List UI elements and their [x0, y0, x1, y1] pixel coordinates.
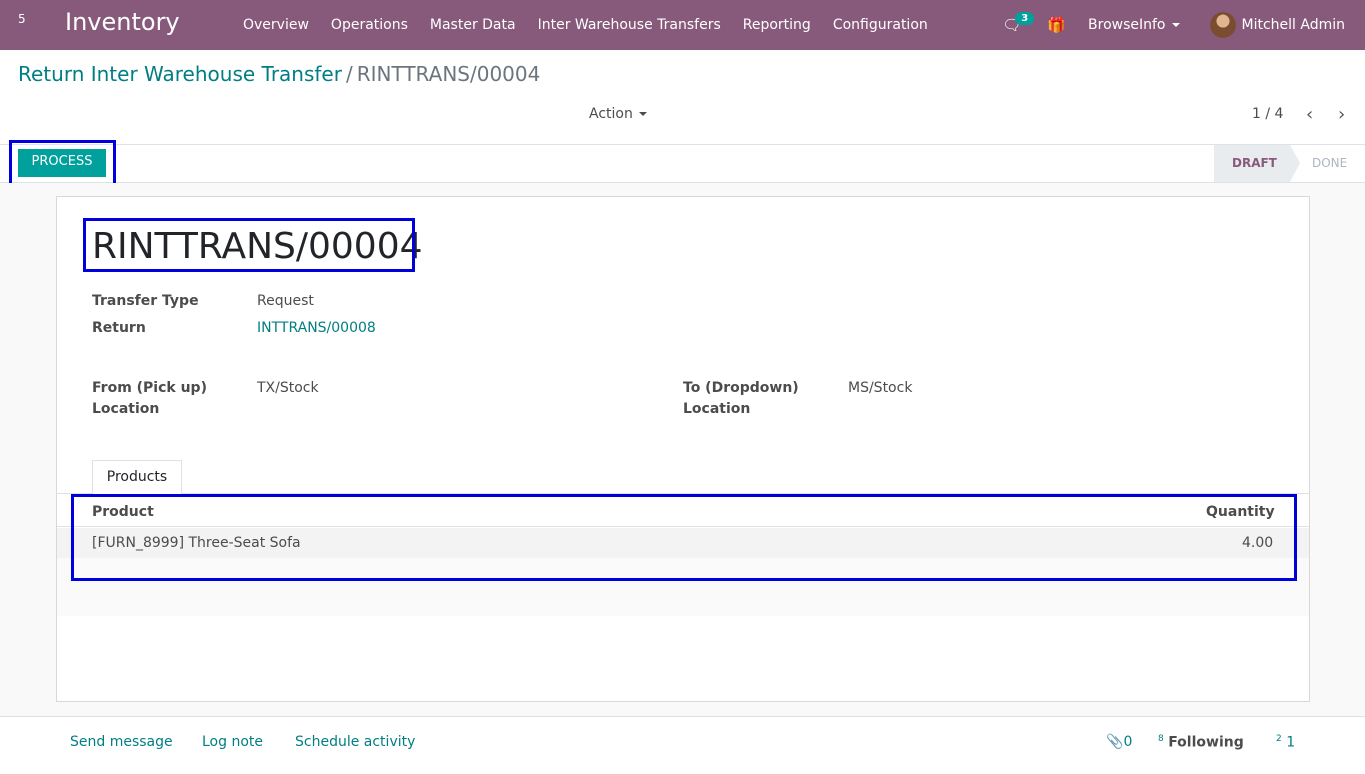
gift-icon[interactable]: 🎁	[1047, 16, 1066, 34]
to-location-label: To (Dropdown) Location	[683, 378, 799, 420]
return-label: Return	[92, 320, 146, 336]
to-location-label-line2: Location	[683, 401, 751, 417]
tab-products[interactable]: Products	[92, 460, 182, 494]
followers-superscript: 2	[1276, 734, 1282, 744]
from-location-label-line1: From (Pick up)	[92, 380, 207, 396]
pager-previous-icon[interactable]: ‹	[1306, 104, 1313, 125]
user-name[interactable]: Mitchell Admin	[1242, 17, 1346, 33]
action-label: Action	[589, 106, 633, 122]
top-navbar: 5 Inventory Overview Operations Master D…	[0, 0, 1365, 50]
caret-down-icon	[1171, 23, 1180, 27]
to-location-value: MS/Stock	[848, 380, 913, 396]
menu-configuration[interactable]: Configuration	[822, 17, 939, 33]
log-note-button[interactable]: Log note	[202, 734, 263, 750]
menu-overview[interactable]: Overview	[232, 17, 320, 33]
main-menu: Overview Operations Master Data Inter Wa…	[232, 0, 939, 50]
stage-draft: DRAFT	[1214, 145, 1290, 182]
paperclip-icon: 📎	[1106, 734, 1124, 750]
navbar-systray: 🗨 3 🎁 BrowseInfo Mitchell Admin	[1002, 0, 1345, 50]
transfer-type-label: Transfer Type	[92, 293, 199, 309]
followers-count: 1	[1286, 734, 1296, 751]
company-dropdown-label: BrowseInfo	[1088, 17, 1166, 33]
stage-done[interactable]: DONE	[1312, 145, 1347, 182]
menu-reporting[interactable]: Reporting	[732, 17, 822, 33]
breadcrumb-current: RINTTRANS/00004	[356, 62, 541, 86]
from-location-label: From (Pick up) Location	[92, 378, 207, 420]
following-superscript: 8	[1158, 734, 1164, 744]
breadcrumb-parent-link[interactable]: Return Inter Warehouse Transfer	[18, 62, 342, 86]
caret-down-icon	[638, 112, 647, 116]
send-message-button[interactable]: Send message	[70, 734, 173, 750]
breadcrumb-separator: /	[345, 62, 353, 86]
action-dropdown[interactable]: Action	[589, 106, 647, 122]
user-avatar[interactable]	[1209, 12, 1236, 38]
transfer-type-value: Request	[257, 293, 314, 309]
app-brand[interactable]: Inventory	[65, 8, 180, 36]
products-table-highlight	[71, 494, 1297, 581]
messages-button[interactable]: 🗨 3	[1002, 12, 1035, 34]
messages-count-badge: 3	[1015, 12, 1035, 25]
following-button[interactable]: 8 Following	[1158, 734, 1244, 751]
apps-menu-icon[interactable]: 5	[18, 12, 26, 26]
attachments-button[interactable]: 📎0	[1106, 734, 1132, 750]
from-location-value: TX/Stock	[257, 380, 319, 396]
pager-next-icon[interactable]: ›	[1338, 104, 1345, 125]
following-label: Following	[1168, 734, 1244, 751]
menu-master-data[interactable]: Master Data	[419, 17, 527, 33]
from-location-label-line2: Location	[92, 401, 160, 417]
attachments-count: 0	[1123, 734, 1133, 750]
process-button-highlight	[9, 140, 116, 188]
return-link[interactable]: INTTRANS/00008	[257, 320, 376, 336]
menu-operations[interactable]: Operations	[320, 17, 419, 33]
company-dropdown[interactable]: BrowseInfo	[1088, 17, 1180, 33]
menu-inter-warehouse-transfers[interactable]: Inter Warehouse Transfers	[527, 17, 732, 33]
to-location-label-line1: To (Dropdown)	[683, 380, 799, 396]
record-name-highlight	[83, 218, 415, 272]
pager-value[interactable]: 1 / 4	[1252, 106, 1283, 122]
stage-arrow	[1290, 145, 1300, 182]
followers-button[interactable]: 2 1	[1276, 734, 1295, 751]
form-statusbar	[0, 144, 1365, 183]
schedule-activity-button[interactable]: Schedule activity	[295, 734, 415, 750]
breadcrumb: Return Inter Warehouse Transfer / RINTTRAN…	[18, 62, 540, 86]
